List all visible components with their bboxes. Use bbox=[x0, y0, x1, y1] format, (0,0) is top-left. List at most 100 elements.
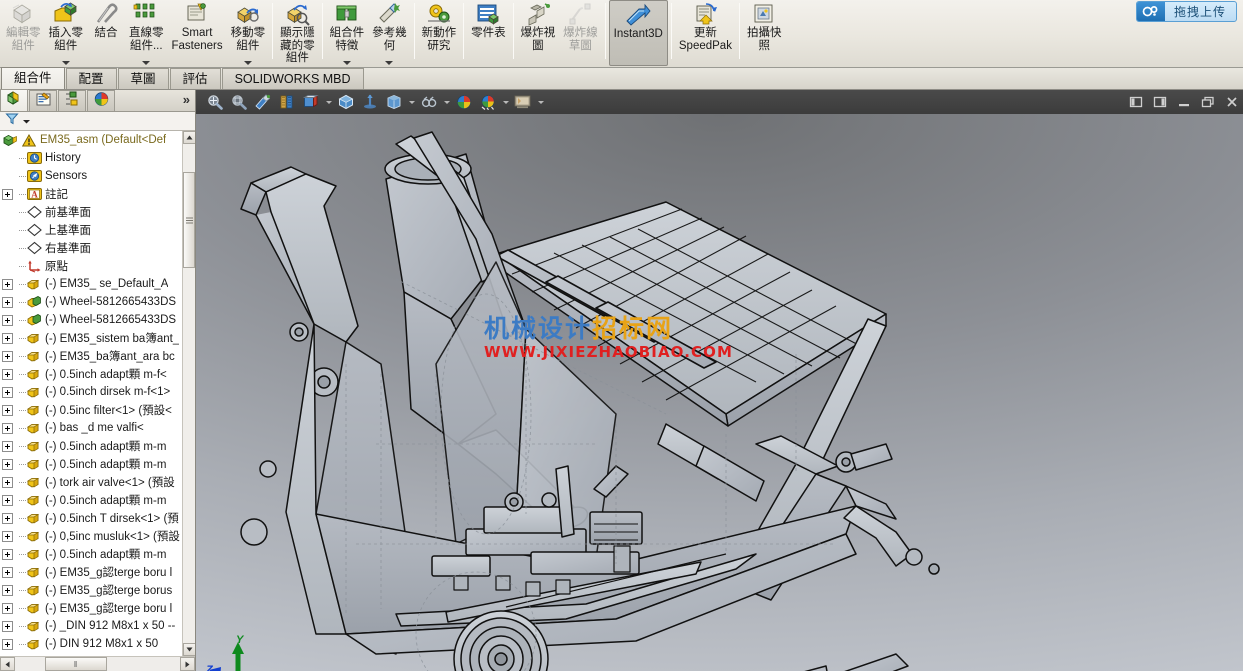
tree-expand-icon[interactable] bbox=[2, 350, 13, 362]
tree-item[interactable]: (-) bas _d me valfi< bbox=[0, 419, 182, 437]
configuration-manager-tab[interactable] bbox=[58, 90, 86, 111]
restore-left-icon[interactable] bbox=[1125, 92, 1147, 112]
tree-item[interactable]: (-) EM35_sistem ba簿ant_ bbox=[0, 329, 182, 347]
ribbon-dropdown-caret-icon[interactable] bbox=[142, 61, 151, 65]
tree-item[interactable]: (-) EM35_ba簿ant_ara bc bbox=[0, 347, 182, 365]
tree-item[interactable]: (-) EM35_g認terge boru l bbox=[0, 563, 182, 581]
tree-item[interactable]: (-) EM35_g認terge boru l bbox=[0, 599, 182, 617]
tree-item[interactable]: (-) Wheel-5812665433DS bbox=[0, 293, 182, 311]
tree-vertical-scrollbar[interactable] bbox=[182, 131, 195, 656]
tree-expand-icon[interactable] bbox=[2, 368, 13, 380]
scroll-up-button[interactable] bbox=[182, 131, 195, 144]
tree-item[interactable]: 原點 bbox=[0, 257, 182, 275]
tree-expand-icon[interactable] bbox=[2, 386, 13, 398]
tree-item[interactable]: (-) EM35_g認terge borus bbox=[0, 581, 182, 599]
ribbon-button-show-hidden-components[interactable]: 顯示隱 藏的零 組件 bbox=[276, 0, 319, 66]
tree-expand-icon[interactable] bbox=[2, 494, 13, 506]
tree-expand-icon[interactable] bbox=[2, 404, 13, 416]
ribbon-button-insert-component[interactable]: 插入零 組件 bbox=[45, 0, 88, 66]
view-orientation-icon[interactable] bbox=[335, 92, 357, 112]
tree-item[interactable]: (-) Wheel-5812665433DS bbox=[0, 311, 182, 329]
tree-item[interactable]: A 註記 bbox=[0, 185, 182, 203]
ribbon-button-mate[interactable]: 結合 bbox=[87, 0, 125, 66]
tree-expand-icon[interactable] bbox=[2, 278, 13, 290]
close-window-icon[interactable] bbox=[1221, 92, 1243, 112]
tab-1[interactable]: 配置 bbox=[65, 68, 117, 89]
tree-expand-icon[interactable] bbox=[2, 530, 13, 542]
render-tools-icon[interactable] bbox=[477, 92, 499, 112]
ribbon-button-new-motion-study[interactable]: 新動作 研究 bbox=[418, 0, 461, 66]
ribbon-button-linear-component-pattern[interactable]: 直線零 組件... bbox=[125, 0, 168, 66]
ribbon-button-edit-component[interactable]: 編輯零 組件 bbox=[2, 0, 45, 66]
minimize-icon[interactable] bbox=[1173, 92, 1195, 112]
feature-manager-tree-tab[interactable] bbox=[0, 89, 28, 111]
ribbon-button-explode-line-sketch[interactable]: 爆炸線 草圖 bbox=[559, 0, 602, 66]
graphics-viewport[interactable]: 机械设计招标网 WWW.JIXIEZHAOBIAO.COM Y Z X bbox=[196, 114, 1243, 671]
ribbon-button-instant3d[interactable]: Instant3D bbox=[608, 0, 668, 66]
tree-expand-icon[interactable] bbox=[2, 296, 13, 308]
tree-expand-icon[interactable] bbox=[2, 314, 13, 326]
tree-expand-icon[interactable] bbox=[2, 422, 13, 434]
section-view-icon[interactable] bbox=[276, 92, 298, 112]
ribbon-button-move-component[interactable]: 移動零 組件 bbox=[227, 0, 270, 66]
panel-expand-more-button[interactable]: » bbox=[183, 92, 190, 107]
zoom-to-selection-icon[interactable] bbox=[252, 92, 274, 112]
ribbon-button-reference-geometry[interactable]: 參考幾 何 bbox=[368, 0, 411, 66]
apply-scene-chevron-icon[interactable] bbox=[442, 92, 451, 112]
ribbon-dropdown-caret-icon[interactable] bbox=[243, 61, 252, 65]
tree-item[interactable]: History bbox=[0, 149, 182, 167]
tree-expand-icon[interactable] bbox=[2, 512, 13, 524]
ribbon-button-exploded-view[interactable]: 爆炸視 圖 bbox=[517, 0, 560, 66]
tab-2[interactable]: 草圖 bbox=[117, 68, 169, 89]
edit-appearance-chevron-icon[interactable] bbox=[407, 92, 416, 112]
display-style-icon[interactable] bbox=[300, 92, 322, 112]
tree-item[interactable]: 右基準面 bbox=[0, 239, 182, 257]
tree-expand-icon[interactable] bbox=[2, 440, 13, 452]
tree-item[interactable]: (-) 0.5inch T dirsek<1> (預 bbox=[0, 509, 182, 527]
hscroll-thumb[interactable]: ‖ bbox=[45, 657, 107, 671]
tree-expand-icon[interactable] bbox=[2, 602, 13, 614]
restore-right-icon[interactable] bbox=[1149, 92, 1171, 112]
tree-item[interactable]: (-) 0.5inch adapt顆 m-m bbox=[0, 491, 182, 509]
tree-expand-icon[interactable] bbox=[2, 332, 13, 344]
ribbon-dropdown-caret-icon[interactable] bbox=[342, 61, 351, 65]
tree-horizontal-scrollbar[interactable]: ‖ bbox=[0, 656, 195, 671]
property-manager-tab[interactable] bbox=[29, 90, 57, 111]
ribbon-dropdown-caret-icon[interactable] bbox=[61, 61, 70, 65]
ribbon-dropdown-caret-icon[interactable] bbox=[385, 61, 394, 65]
chevron-down-icon[interactable] bbox=[22, 112, 31, 130]
tree-item[interactable]: (-) 0,5inc musluk<1> (預設 bbox=[0, 527, 182, 545]
tree-expand-icon[interactable] bbox=[2, 188, 13, 200]
edit-appearance-icon[interactable] bbox=[383, 92, 405, 112]
apply-scene-icon[interactable] bbox=[418, 92, 440, 112]
tree-root-item[interactable]: EM35_asm (Default<Def bbox=[0, 131, 182, 149]
tree-expand-icon[interactable] bbox=[2, 566, 13, 578]
tree-item[interactable]: Sensors bbox=[0, 167, 182, 185]
display-manager-tab[interactable] bbox=[87, 90, 115, 111]
tree-item[interactable]: (-) 0.5inch adapt顆 m-m bbox=[0, 545, 182, 563]
tab-3[interactable]: 評估 bbox=[169, 68, 221, 89]
viewport-layout-icon[interactable] bbox=[512, 92, 534, 112]
tree-expand-icon[interactable] bbox=[2, 584, 13, 596]
tab-4[interactable]: SOLIDWORKS MBD bbox=[221, 68, 364, 89]
tree-item[interactable]: 前基準面 bbox=[0, 203, 182, 221]
ribbon-button-bill-of-materials[interactable]: 零件表 bbox=[467, 0, 510, 66]
tree-item[interactable]: (-) _DIN 912 M8x1 x 50 -- bbox=[0, 617, 182, 635]
ribbon-button-assembly-features[interactable]: 組合件 特徵 bbox=[326, 0, 369, 66]
scroll-left-button[interactable] bbox=[0, 657, 15, 671]
tree-item[interactable]: (-) EM35_ se_Default_A bbox=[0, 275, 182, 293]
restore-window-icon[interactable] bbox=[1197, 92, 1219, 112]
display-style-chevron-icon[interactable] bbox=[324, 92, 333, 112]
view-settings-icon[interactable] bbox=[453, 92, 475, 112]
tree-item[interactable]: 上基準面 bbox=[0, 221, 182, 239]
tree-item[interactable]: (-) 0.5inch adapt顆 m-m bbox=[0, 437, 182, 455]
tree-expand-icon[interactable] bbox=[2, 458, 13, 470]
tree-item[interactable]: (-) 0.5inch dirsek m-f<1> bbox=[0, 383, 182, 401]
hide-show-items-icon[interactable] bbox=[359, 92, 381, 112]
drag-upload-button[interactable]: 拖拽上传 bbox=[1135, 1, 1237, 22]
ribbon-button-capture-snapshot[interactable]: 拍攝快 照 bbox=[743, 0, 786, 66]
tab-0[interactable]: 組合件 bbox=[1, 67, 65, 89]
viewport-layout-chevron-icon[interactable] bbox=[536, 92, 545, 112]
ribbon-button-smart-fasteners[interactable]: Smart Fasteners bbox=[168, 0, 227, 66]
zoom-to-fit-icon[interactable] bbox=[204, 92, 226, 112]
